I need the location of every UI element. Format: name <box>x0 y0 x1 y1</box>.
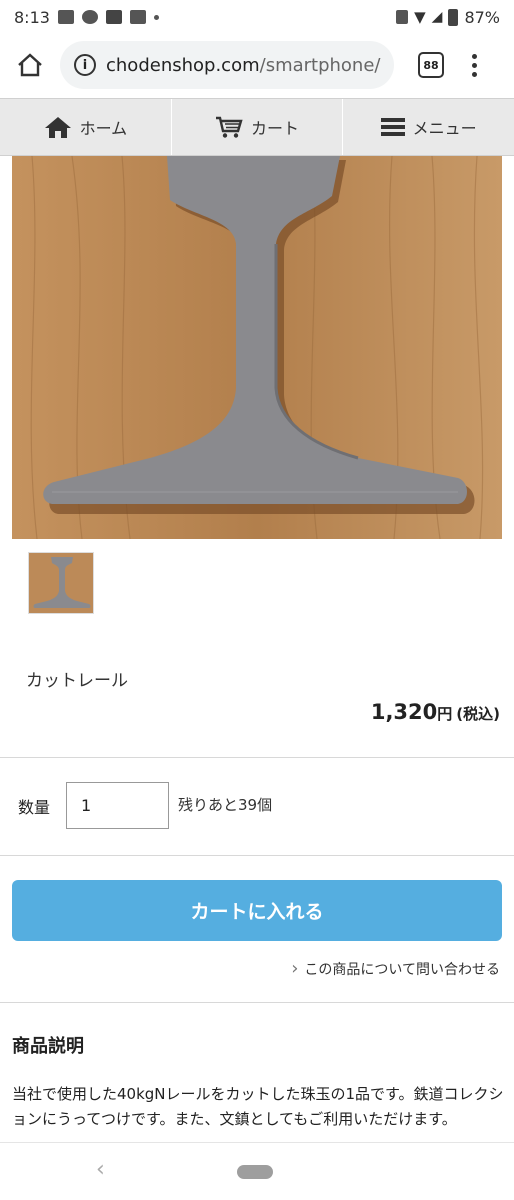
product-price: 1,320 <box>370 700 438 724</box>
photo-icon <box>57 10 74 24</box>
nav-menu[interactable]: メニュー <box>343 99 514 155</box>
product-main-image[interactable] <box>12 156 502 539</box>
divider <box>0 1002 514 1003</box>
pokeball-icon <box>81 10 98 24</box>
quantity-input[interactable] <box>66 782 169 829</box>
tax-note: (税込) <box>456 705 500 723</box>
rail-thumbnail-photo <box>29 553 93 613</box>
rail-photo <box>12 156 502 539</box>
inquiry-link-label: この商品について問い合わせる <box>304 961 500 978</box>
back-chevron-icon[interactable]: ‹ <box>96 1157 105 1182</box>
cart-icon <box>216 116 243 138</box>
home-outline-icon <box>18 53 42 77</box>
url-text: chodenshop.com/smartphone/ <box>106 54 381 76</box>
cat-icon <box>129 10 146 24</box>
nav-cart[interactable]: カート <box>172 99 344 155</box>
nav-home[interactable]: ホーム <box>0 99 172 155</box>
price-row: 1,320 円 (税込) <box>371 700 500 724</box>
status-bar: 8:13 ▼ ◢ 87% <box>0 0 514 34</box>
youtube-icon <box>105 10 122 24</box>
nav-cart-label: カート <box>251 119 300 138</box>
nav-menu-label: メニュー <box>412 119 477 138</box>
divider <box>0 855 514 856</box>
product-name: カットレール <box>26 671 128 691</box>
divider <box>0 757 514 758</box>
info-icon[interactable]: i <box>74 54 96 76</box>
inquiry-link[interactable]: › この商品について問い合わせる <box>291 958 500 979</box>
tab-switcher-button[interactable]: 88 <box>418 52 444 78</box>
overflow-menu-icon[interactable] <box>472 53 477 77</box>
add-to-cart-button[interactable]: カートに入れる <box>12 880 502 941</box>
browser-home-button[interactable] <box>10 45 50 85</box>
description-text: 当社で使用した40kgNレールをカットした珠玉の1品です。鉄道コレクションにうっ… <box>12 1085 504 1128</box>
stock-remaining: 残りあと39個 <box>178 796 273 814</box>
home-icon <box>44 117 71 138</box>
chevron-right-icon: › <box>291 958 299 979</box>
address-bar[interactable]: i chodenshop.com/smartphone/ <box>60 41 394 89</box>
product-thumbnail[interactable] <box>28 552 94 614</box>
price-currency: 円 <box>437 705 453 723</box>
home-pill-handle[interactable] <box>237 1165 273 1179</box>
battery-icon <box>448 8 459 26</box>
signal-icon: ◢ <box>431 9 443 25</box>
nav-home-label: ホーム <box>79 119 128 138</box>
vibrate-icon <box>396 10 409 24</box>
more-notifications-icon <box>153 14 159 20</box>
site-nav: ホーム カート メニュー <box>0 98 514 156</box>
description-heading: 商品説明 <box>12 1036 84 1057</box>
browser-toolbar: i chodenshop.com/smartphone/ 88 <box>0 34 514 96</box>
wifi-icon: ▼ <box>414 8 426 26</box>
battery-level: 87% <box>464 7 500 27</box>
system-navigation-bar: ‹ <box>0 1142 514 1200</box>
quantity-label: 数量 <box>18 798 51 817</box>
status-time: 8:13 <box>14 7 50 27</box>
hamburger-icon <box>380 118 405 136</box>
